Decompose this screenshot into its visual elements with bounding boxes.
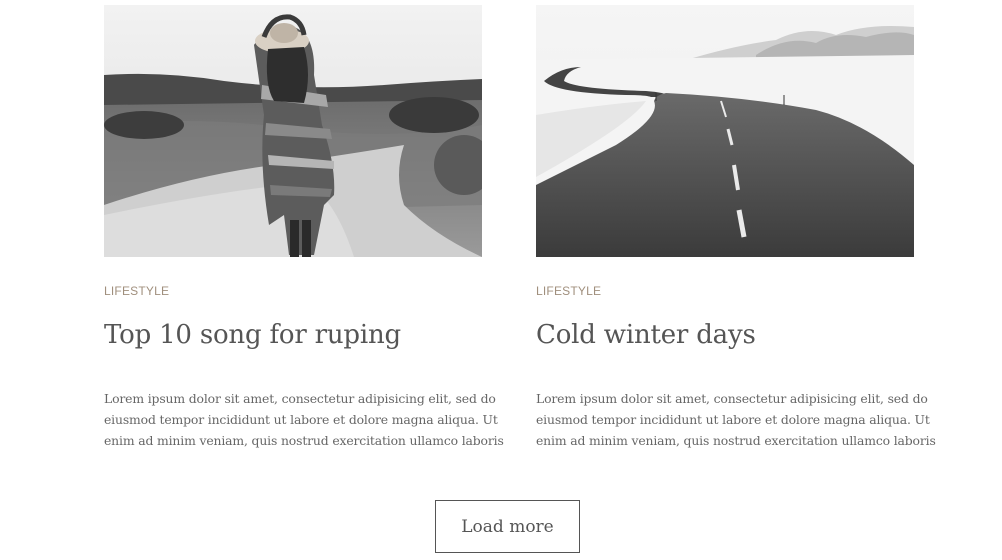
post-excerpt-line: eiusmod tempor incididunt ut labore et d…: [104, 412, 498, 427]
post-category-link[interactable]: LIFESTYLE: [536, 284, 601, 298]
post-excerpt: Lorem ipsum dolor sit amet, consectetur …: [536, 388, 936, 451]
post-excerpt-line: enim ad minim veniam, quis nostrud exerc…: [536, 433, 936, 448]
post-thumbnail-image[interactable]: [104, 5, 482, 257]
photo-woman-on-road: [104, 5, 482, 257]
post-excerpt-line: enim ad minim veniam, quis nostrud exerc…: [104, 433, 504, 448]
post-title[interactable]: Top 10 song for ruping: [104, 320, 401, 350]
post-category-link[interactable]: LIFESTYLE: [104, 284, 169, 298]
load-more-button[interactable]: Load more: [435, 500, 580, 553]
post-excerpt-line: Lorem ipsum dolor sit amet, consectetur …: [104, 391, 496, 406]
post-excerpt: Lorem ipsum dolor sit amet, consectetur …: [104, 388, 504, 451]
photo-snowy-road: [536, 5, 914, 257]
post-excerpt-line: eiusmod tempor incididunt ut labore et d…: [536, 412, 930, 427]
post-excerpt-line: Lorem ipsum dolor sit amet, consectetur …: [536, 391, 928, 406]
post-title[interactable]: Cold winter days: [536, 320, 756, 350]
post-thumbnail-image[interactable]: [536, 5, 914, 257]
